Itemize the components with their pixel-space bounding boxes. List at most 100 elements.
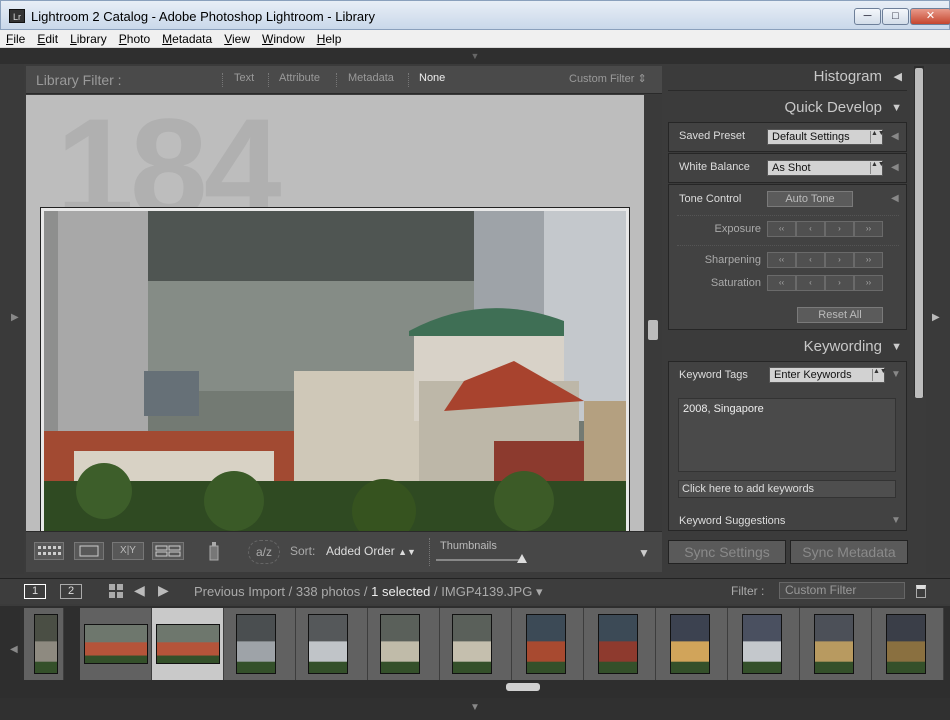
sort-direction-icon[interactable]: a/z bbox=[248, 540, 280, 564]
grid-mode-icon[interactable] bbox=[108, 583, 124, 602]
filmstrip-thumbnail[interactable] bbox=[886, 614, 926, 674]
sync-settings-button[interactable]: Sync Settings bbox=[668, 540, 786, 564]
sync-metadata-button[interactable]: Sync Metadata bbox=[790, 540, 908, 564]
step-big-down[interactable]: ‹‹ bbox=[767, 252, 796, 268]
filmstrip-thumbnail[interactable] bbox=[380, 614, 420, 674]
auto-tone-button[interactable]: Auto Tone bbox=[767, 191, 853, 207]
survey-view-icon[interactable] bbox=[152, 542, 184, 560]
filmstrip-source-breadcrumb[interactable]: Previous Import / 338 photos / 1 selecte… bbox=[194, 584, 542, 600]
filmstrip-cell[interactable] bbox=[872, 608, 944, 680]
keyword-suggestions-expand-icon[interactable]: ▼ bbox=[891, 515, 901, 526]
step-up[interactable]: › bbox=[825, 275, 854, 291]
right-panel-toggle[interactable]: ▶ bbox=[926, 64, 950, 574]
filmstrip-thumbnail[interactable] bbox=[34, 614, 58, 674]
saturation-stepper[interactable]: ‹‹ ‹ › ›› bbox=[767, 275, 883, 291]
filmstrip-thumbnail[interactable] bbox=[670, 614, 710, 674]
keywords-textarea[interactable]: 2008, Singapore bbox=[678, 398, 896, 472]
menu-library[interactable]: Library bbox=[64, 30, 113, 48]
quick-develop-header[interactable]: Quick Develop ▼ bbox=[666, 95, 908, 121]
reset-all-button[interactable]: Reset All bbox=[797, 307, 883, 323]
thumbnail-size-slider[interactable] bbox=[436, 559, 522, 561]
filter-preset-dropdown[interactable]: Custom Filter ⇕ bbox=[569, 72, 647, 85]
step-big-down[interactable]: ‹‹ bbox=[767, 275, 796, 291]
compare-view-icon[interactable]: X|Y bbox=[112, 542, 144, 560]
left-panel-toggle[interactable]: ▶ bbox=[0, 64, 24, 574]
filmstrip-filter-select[interactable]: Custom Filter bbox=[779, 582, 905, 599]
filmstrip-cell-selected[interactable] bbox=[152, 608, 224, 680]
filmstrip-thumbnail[interactable] bbox=[814, 614, 854, 674]
top-panel-toggle[interactable]: ▼ bbox=[0, 48, 950, 64]
filmstrip-cell[interactable] bbox=[512, 608, 584, 680]
filter-text[interactable]: Text bbox=[234, 72, 254, 84]
filmstrip-cell[interactable] bbox=[800, 608, 872, 680]
step-down[interactable]: ‹ bbox=[796, 221, 825, 237]
filter-none[interactable]: None bbox=[419, 72, 445, 84]
white-balance-expand-icon[interactable]: ◀ bbox=[891, 162, 899, 173]
saved-preset-expand-icon[interactable]: ◀ bbox=[891, 131, 899, 142]
step-down[interactable]: ‹ bbox=[796, 275, 825, 291]
step-up[interactable]: › bbox=[825, 221, 854, 237]
filmstrip-cell[interactable] bbox=[24, 608, 64, 680]
selected-photo-thumbnail[interactable] bbox=[44, 211, 626, 531]
filmstrip-thumbnail[interactable] bbox=[526, 614, 566, 674]
sharpening-stepper[interactable]: ‹‹ ‹ › ›› bbox=[767, 252, 883, 268]
menu-photo[interactable]: Photo bbox=[113, 30, 156, 48]
filmstrip-cell[interactable] bbox=[584, 608, 656, 680]
keyword-tags-select[interactable]: Enter Keywords ▲▼ bbox=[769, 367, 887, 383]
keyword-suggestions-label[interactable]: Keyword Suggestions bbox=[679, 515, 785, 527]
filmstrip-cell[interactable] bbox=[440, 608, 512, 680]
painter-icon[interactable] bbox=[204, 540, 224, 562]
exposure-stepper[interactable]: ‹‹ ‹ › ›› bbox=[767, 221, 883, 237]
thumbnail-size-slider-knob[interactable] bbox=[517, 554, 528, 563]
filmstrip-cell[interactable] bbox=[656, 608, 728, 680]
grid-scrollbar[interactable] bbox=[644, 95, 662, 531]
filter-lock-icon[interactable] bbox=[916, 585, 926, 598]
menu-help[interactable]: Help bbox=[311, 30, 348, 48]
loupe-view-icon[interactable] bbox=[74, 542, 104, 560]
step-big-up[interactable]: ›› bbox=[854, 221, 883, 237]
filmstrip-scrollbar-thumb[interactable] bbox=[506, 683, 540, 691]
window-2-button[interactable]: 2 bbox=[60, 584, 82, 599]
white-balance-select[interactable]: As Shot ▲▼ bbox=[767, 160, 885, 176]
back-arrow-icon[interactable]: ◀ bbox=[134, 582, 145, 599]
keyword-tags-expand-icon[interactable]: ▼ bbox=[891, 369, 901, 380]
filmstrip-thumbnail[interactable] bbox=[308, 614, 348, 674]
toolbar-menu-icon[interactable]: ▼ bbox=[638, 546, 650, 560]
step-big-up[interactable]: ›› bbox=[854, 275, 883, 291]
histogram-header[interactable]: Histogram ◀ bbox=[666, 64, 908, 90]
step-big-down[interactable]: ‹‹ bbox=[767, 221, 796, 237]
filmstrip-cell[interactable] bbox=[296, 608, 368, 680]
filmstrip-thumbnail[interactable] bbox=[742, 614, 782, 674]
right-panel-scrollbar-thumb[interactable] bbox=[915, 68, 923, 398]
filmstrip-cell[interactable] bbox=[224, 608, 296, 680]
filmstrip-thumbnail[interactable] bbox=[452, 614, 492, 674]
menu-edit[interactable]: Edit bbox=[31, 30, 64, 48]
saved-preset-select[interactable]: Default Settings ▲▼ bbox=[767, 129, 885, 145]
menu-view[interactable]: View bbox=[218, 30, 256, 48]
filmstrip-thumbnail[interactable] bbox=[84, 624, 148, 664]
bottom-panel-toggle[interactable]: ▼ bbox=[0, 698, 950, 720]
minimize-button[interactable]: ─ bbox=[854, 8, 881, 25]
filmstrip-thumbnail[interactable] bbox=[156, 624, 220, 664]
maximize-button[interactable]: □ bbox=[882, 8, 909, 25]
filmstrip-scroll-left-icon[interactable]: ◀ bbox=[10, 644, 18, 655]
window-1-button[interactable]: 1 bbox=[24, 584, 46, 599]
filter-attribute[interactable]: Attribute bbox=[279, 72, 320, 84]
filmstrip-thumbnail[interactable] bbox=[236, 614, 276, 674]
step-up[interactable]: › bbox=[825, 252, 854, 268]
grid-scrollbar-thumb[interactable] bbox=[648, 320, 658, 340]
keywording-header[interactable]: Keywording ▼ bbox=[666, 334, 908, 360]
tone-control-expand-icon[interactable]: ◀ bbox=[891, 193, 899, 204]
sort-order-dropdown[interactable]: Added Order ▲▼ bbox=[326, 544, 416, 558]
menu-metadata[interactable]: Metadata bbox=[156, 30, 218, 48]
grid-view-icon[interactable] bbox=[34, 542, 64, 560]
step-big-up[interactable]: ›› bbox=[854, 252, 883, 268]
filmstrip-cell[interactable] bbox=[368, 608, 440, 680]
add-keywords-field[interactable]: Click here to add keywords bbox=[678, 480, 896, 498]
close-button[interactable]: ✕ bbox=[910, 8, 950, 25]
step-down[interactable]: ‹ bbox=[796, 252, 825, 268]
menu-window[interactable]: Window bbox=[256, 30, 311, 48]
filmstrip-cell[interactable] bbox=[80, 608, 152, 680]
filter-metadata[interactable]: Metadata bbox=[348, 72, 394, 84]
filmstrip-cell[interactable] bbox=[728, 608, 800, 680]
